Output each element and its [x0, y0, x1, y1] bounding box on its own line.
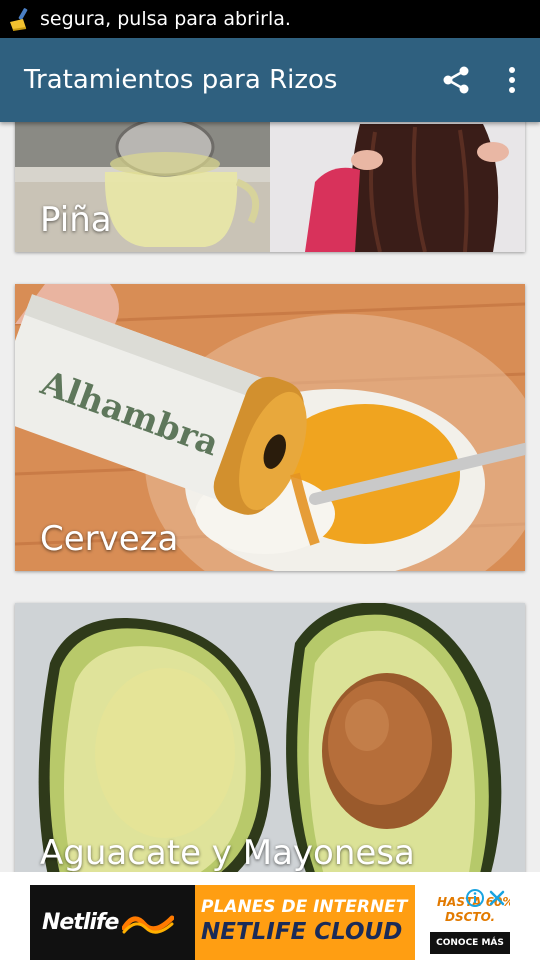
- treatment-label: Aguacate y Mayonesa: [40, 833, 415, 872]
- ad-cta-button[interactable]: CONOCE MÁS: [430, 932, 510, 954]
- treatment-card-cerveza[interactable]: Alhambra Cerveza: [15, 284, 525, 571]
- treatment-label: Cerveza: [40, 519, 179, 559]
- share-icon: [443, 66, 469, 94]
- treatment-card-aguacate-mayonesa[interactable]: Aguacate y Mayonesa: [15, 603, 525, 872]
- ad-promo-line2: NETLIFE CLOUD: [201, 919, 403, 945]
- ad-banner[interactable]: Netlife PLANES DE INTERNET NETLIFE CLOUD…: [30, 885, 510, 960]
- ad-brand-name: Netlife: [42, 910, 119, 935]
- aguacate-photo: [15, 603, 525, 872]
- ad-promo-block: PLANES DE INTERNET NETLIFE CLOUD: [195, 885, 415, 960]
- overflow-menu-icon: [509, 67, 515, 93]
- ad-brand-block: Netlife: [30, 885, 195, 960]
- ad-offer-line2: DSCTO.: [445, 910, 496, 924]
- broom-cleaner-icon: [0, 0, 40, 38]
- ad-banner-container: Netlife PLANES DE INTERNET NETLIFE CLOUD…: [0, 872, 540, 960]
- treatment-card-pina[interactable]: Piña: [15, 122, 525, 252]
- app-title: Tratamientos para Rizos: [24, 65, 338, 95]
- overflow-menu-button[interactable]: [484, 38, 540, 122]
- ad-info-icon[interactable]: [465, 888, 485, 908]
- notification-text[interactable]: segura, pulsa para abrirla.: [40, 8, 291, 30]
- treatment-label: Piña: [40, 200, 112, 240]
- treatment-list[interactable]: Piña Alhambra Cerveza Aguacate y Mayones…: [0, 122, 540, 872]
- app-bar: Tratamientos para Rizos: [0, 38, 540, 122]
- status-bar: segura, pulsa para abrirla.: [0, 0, 540, 38]
- share-button[interactable]: [428, 38, 484, 122]
- close-icon[interactable]: [487, 888, 507, 908]
- netlife-wave-icon: [122, 915, 175, 934]
- ad-promo-line1: PLANES DE INTERNET: [201, 897, 408, 917]
